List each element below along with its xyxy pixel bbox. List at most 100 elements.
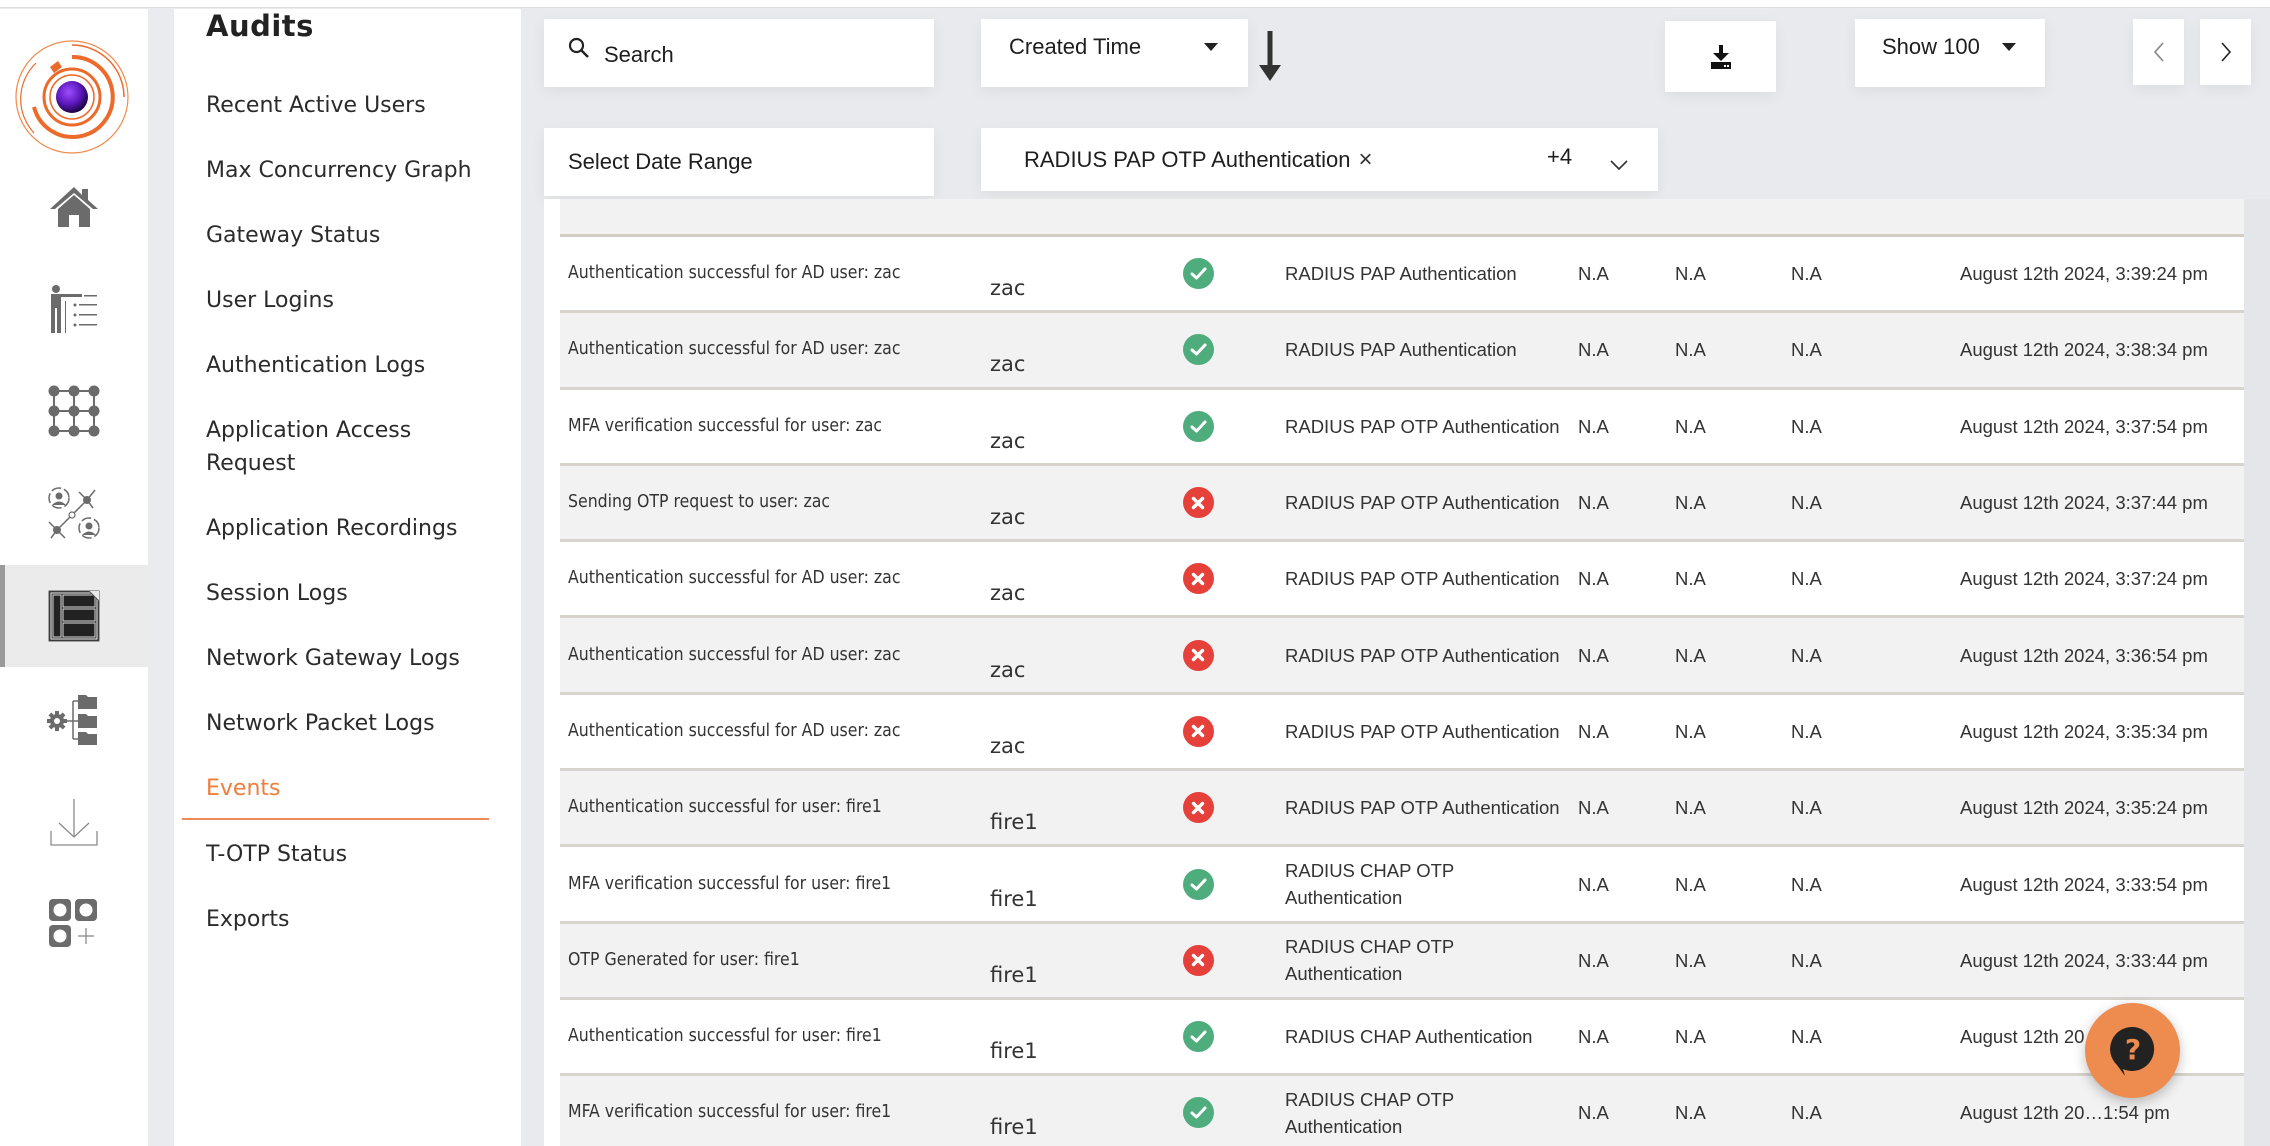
rail-item-addons[interactable]: [0, 873, 148, 975]
submenu-item-network-packet-logs[interactable]: Network Packet Logs: [206, 707, 506, 740]
audits-submenu: Audits Recent Active Users Max Concurren…: [174, 9, 521, 1146]
event-status: [1178, 466, 1218, 539]
event-field-3: N.A: [1791, 339, 1822, 361]
event-status: [1178, 695, 1218, 768]
filter-chip-label: RADIUS PAP OTP Authentication: [1024, 146, 1351, 172]
table-row[interactable]: Authentication successful for AD user: z…: [560, 542, 2245, 619]
submenu-item-recent-active-users[interactable]: Recent Active Users: [206, 89, 506, 122]
rail-item-home[interactable]: [0, 156, 148, 258]
rail-item-groups[interactable]: [0, 462, 148, 564]
event-description: Sending OTP request to user: zac: [568, 492, 831, 513]
event-field-3: N.A: [1791, 568, 1822, 590]
table-row[interactable]: Authentication successful for user: fire…: [560, 999, 2245, 1077]
audit-log-icon: [48, 590, 100, 642]
submenu-item-max-concurrency-graph[interactable]: Max Concurrency Graph: [206, 154, 506, 187]
event-field-2: N.A: [1675, 1102, 1706, 1124]
submenu-item-exports[interactable]: Exports: [206, 903, 506, 936]
add-apps-icon: [49, 899, 97, 947]
help-button[interactable]: ?: [2085, 1003, 2180, 1098]
event-user: zac: [990, 657, 1026, 682]
submenu-item-t-otp-status[interactable]: T-OTP Status: [206, 838, 506, 871]
submenu-item-network-gateway-logs[interactable]: Network Gateway Logs: [206, 642, 506, 675]
table-row[interactable]: MFA verification successful for user: fi…: [560, 1076, 2245, 1146]
event-type: RADIUS PAP OTP Authentication: [1285, 568, 1560, 590]
next-page-button[interactable]: [2200, 19, 2251, 85]
success-check-icon: [1182, 334, 1214, 366]
event-time: August 12th 2024, 3:33:54 pm: [1960, 873, 2208, 895]
event-type-filter[interactable]: RADIUS PAP OTP Authentication × +4: [981, 128, 1658, 191]
success-check-icon: [1182, 410, 1214, 442]
table-row[interactable]: Authentication successful for AD user: z…: [560, 618, 2245, 695]
submenu-item-authentication-logs[interactable]: Authentication Logs: [206, 349, 506, 382]
event-user: fire1: [990, 1115, 1038, 1140]
failure-x-icon: [1182, 792, 1214, 824]
remove-chip-icon[interactable]: ×: [1359, 147, 1373, 172]
page-size-dropdown[interactable]: Show 100: [1855, 19, 2045, 87]
submenu-item-events[interactable]: Events: [206, 772, 506, 805]
event-type: RADIUS PAP OTP Authentication: [1285, 797, 1560, 819]
event-time: August 12th 2024, 3:35:34 pm: [1960, 720, 2208, 742]
event-field-2: N.A: [1675, 797, 1706, 819]
event-field-1: N.A: [1578, 415, 1609, 437]
date-range-picker[interactable]: Select Date Range: [544, 128, 934, 196]
table-row[interactable]: OTP Generated for user: fire1 fire1 RADI…: [560, 923, 2245, 1000]
submenu-item-gateway-status[interactable]: Gateway Status: [206, 219, 506, 252]
table-row[interactable]: MFA verification successful for user: za…: [560, 389, 2245, 466]
table-row[interactable]: Authentication successful for AD user: z…: [560, 694, 2245, 772]
event-time: August 12th 2024, 3:36:54 pm: [1960, 644, 2208, 666]
active-item-underline: [182, 818, 489, 820]
submenu-item-application-recordings[interactable]: Application Recordings: [206, 512, 506, 545]
prev-page-button[interactable]: [2133, 19, 2184, 85]
brand-logo[interactable]: [12, 37, 132, 157]
submenu-item-application-access-request[interactable]: Application Access Request: [206, 414, 426, 480]
event-type: RADIUS CHAP OTP Authentication: [1285, 936, 1454, 985]
submenu-item-session-logs[interactable]: Session Logs: [206, 577, 506, 610]
table-scrollbar-track[interactable]: [2244, 199, 2270, 1146]
event-status: [1178, 1000, 1218, 1073]
event-field-3: N.A: [1791, 1102, 1822, 1124]
event-description: MFA verification successful for user: fi…: [568, 873, 892, 894]
chevron-down-icon[interactable]: [1610, 160, 1628, 170]
table-row[interactable]: Authentication successful for AD user: z…: [560, 237, 2245, 314]
event-field-2: N.A: [1675, 644, 1706, 666]
rail-item-downloads[interactable]: [0, 771, 148, 873]
event-field-1: N.A: [1578, 797, 1609, 819]
event-field-2: N.A: [1675, 568, 1706, 590]
event-time: August 12th 2024, 3:39:24 pm: [1960, 263, 2208, 285]
event-time: August 12th 2024, 3:37:24 pm: [1960, 568, 2208, 590]
table-row[interactable]: Authentication successful for user: fire…: [560, 771, 2245, 848]
user-network-icon: [48, 487, 100, 539]
download-tray-icon: [50, 799, 98, 846]
success-check-icon: [1182, 1021, 1214, 1053]
event-status: [1178, 618, 1218, 691]
sort-field-dropdown[interactable]: Created Time: [981, 19, 1248, 87]
event-field-2: N.A: [1675, 720, 1706, 742]
table-row[interactable]: Authentication successful for AD user: z…: [560, 313, 2245, 390]
event-user: zac: [990, 505, 1026, 530]
event-field-2: N.A: [1675, 339, 1706, 361]
rail-item-settings[interactable]: [0, 669, 148, 771]
sort-direction-button[interactable]: [1258, 31, 1282, 86]
event-field-2: N.A: [1675, 263, 1706, 285]
event-field-1: N.A: [1578, 1102, 1609, 1124]
rail-item-audits[interactable]: [0, 565, 148, 667]
failure-x-icon: [1182, 487, 1214, 519]
date-range-placeholder: Select Date Range: [568, 149, 753, 174]
success-check-icon: [1182, 868, 1214, 900]
table-row-partial: [560, 199, 2245, 237]
event-field-1: N.A: [1578, 1026, 1609, 1048]
caret-down-icon: [1204, 43, 1218, 51]
rail-item-applications[interactable]: [0, 360, 148, 462]
search-input[interactable]: Search: [544, 19, 934, 87]
submenu-item-user-logins[interactable]: User Logins: [206, 284, 506, 317]
table-row[interactable]: Sending OTP request to user: zac zac RAD…: [560, 465, 2245, 543]
success-check-icon: [1182, 1097, 1214, 1129]
table-row[interactable]: MFA verification successful for user: fi…: [560, 847, 2245, 924]
download-button[interactable]: [1665, 21, 1776, 92]
event-field-3: N.A: [1791, 720, 1822, 742]
rail-item-users[interactable]: [0, 258, 148, 360]
event-field-1: N.A: [1578, 492, 1609, 514]
event-field-3: N.A: [1791, 949, 1822, 971]
page-size-value: Show 100: [1882, 34, 1980, 59]
failure-x-icon: [1182, 715, 1214, 747]
